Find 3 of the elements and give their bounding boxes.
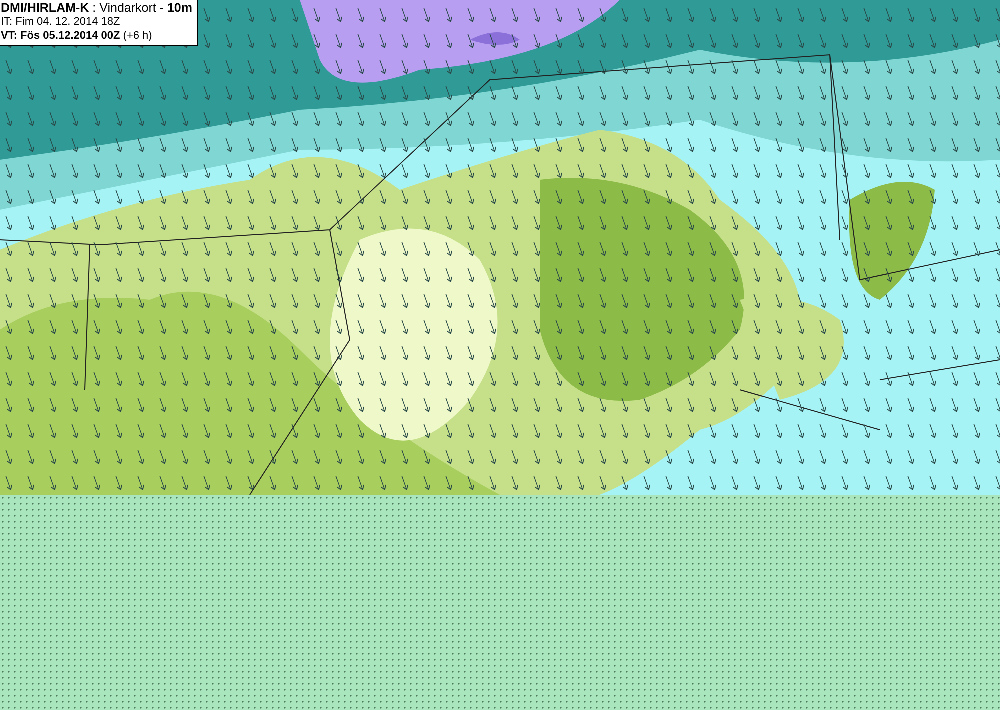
legend-text: IT: Fim 04. 12. 2014 18Z [1,15,122,29]
legend-text: DMI/HIRLAM-K : Vindarkort - 10m [1,1,192,15]
legend-text: VT: Fös 05.12.2014 00Z (+6 h) [1,29,154,43]
